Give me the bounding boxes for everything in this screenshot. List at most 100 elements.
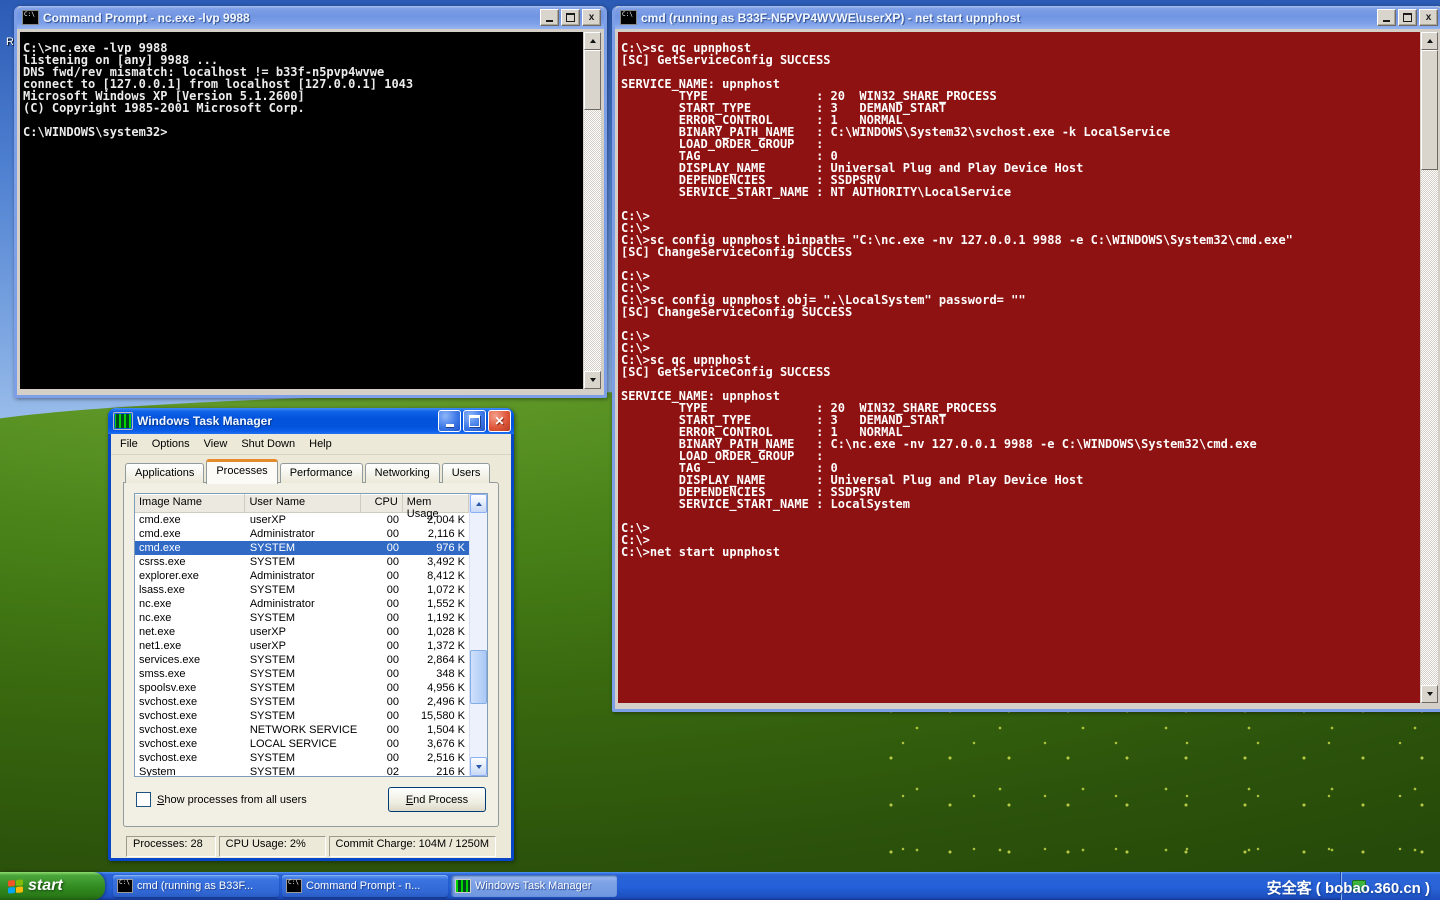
scroll-up-button[interactable] bbox=[584, 32, 601, 50]
process-user-name: userXP bbox=[246, 639, 362, 653]
process-image-name: explorer.exe bbox=[135, 569, 246, 583]
cmd-icon: C:\ bbox=[620, 10, 637, 25]
menu-item[interactable]: View bbox=[197, 436, 235, 452]
console-line: C:\> bbox=[621, 522, 1420, 534]
process-row[interactable]: services.exe SYSTEM 00 2,864 K bbox=[135, 653, 469, 667]
list-scrollbar[interactable] bbox=[469, 494, 487, 776]
process-user-name: SYSTEM bbox=[246, 695, 362, 709]
scroll-down-button[interactable] bbox=[470, 757, 487, 776]
tab[interactable]: Users bbox=[442, 463, 491, 483]
process-mem-usage: 4,956 K bbox=[403, 681, 469, 695]
tab[interactable]: Networking bbox=[365, 463, 440, 483]
window-command-prompt-nc: C:\ Command Prompt - nc.exe -lvp 9988 x … bbox=[14, 6, 607, 398]
taskbar-window-button[interactable]: Command Prompt - n... bbox=[282, 875, 448, 897]
taskbar-window-button[interactable]: cmd (running as B33F... bbox=[113, 875, 279, 897]
maximize-button[interactable] bbox=[1398, 9, 1417, 26]
tab[interactable]: Performance bbox=[280, 463, 363, 483]
maximize-button[interactable] bbox=[463, 410, 486, 432]
process-image-name: svchost.exe bbox=[135, 695, 246, 709]
column-header-cpu[interactable]: CPU bbox=[361, 494, 403, 512]
show-all-users-checkbox[interactable] bbox=[136, 792, 151, 807]
scroll-down-button[interactable] bbox=[1421, 685, 1438, 703]
status-commit-charge: Commit Charge: 104M / 1250M bbox=[329, 836, 496, 857]
show-all-users-label[interactable]: Show processes from all users bbox=[157, 794, 388, 806]
process-row[interactable]: spoolsv.exe SYSTEM 00 4,956 K bbox=[135, 681, 469, 695]
process-row[interactable]: svchost.exe NETWORK SERVICE 00 1,504 K bbox=[135, 723, 469, 737]
scrollbar-thumb[interactable] bbox=[1421, 50, 1438, 170]
process-row[interactable]: lsass.exe SYSTEM 00 1,072 K bbox=[135, 583, 469, 597]
console-scrollbar[interactable] bbox=[1421, 32, 1438, 703]
console-line bbox=[621, 258, 1420, 270]
console-scrollbar[interactable] bbox=[584, 32, 601, 389]
process-row[interactable]: cmd.exe userXP 00 2,004 K bbox=[135, 513, 469, 527]
window-cmd-system-shell: C:\ cmd (running as B33F-N5PVP4WVWE\user… bbox=[612, 6, 1440, 712]
titlebar[interactable]: C:\ cmd (running as B33F-N5PVP4WVWE\user… bbox=[615, 6, 1440, 29]
process-row[interactable]: explorer.exe Administrator 00 8,412 K bbox=[135, 569, 469, 583]
process-row[interactable]: cmd.exe Administrator 00 2,116 K bbox=[135, 527, 469, 541]
close-button[interactable]: x bbox=[582, 9, 601, 26]
titlebar[interactable]: Windows Task Manager ✕ bbox=[108, 408, 514, 434]
process-row[interactable]: net.exe userXP 00 1,028 K bbox=[135, 625, 469, 639]
taskbar-window-button[interactable]: Windows Task Manager bbox=[451, 875, 617, 897]
tab[interactable]: Processes bbox=[206, 459, 277, 484]
menu-item[interactable]: Help bbox=[302, 436, 339, 452]
scroll-down-button[interactable] bbox=[584, 371, 601, 389]
tab[interactable]: Applications bbox=[125, 463, 204, 483]
process-image-name: svchost.exe bbox=[135, 751, 246, 765]
process-image-name: smss.exe bbox=[135, 667, 246, 681]
scroll-up-button[interactable] bbox=[470, 494, 487, 513]
process-user-name: SYSTEM bbox=[246, 765, 362, 776]
status-bar: Processes: 28 CPU Usage: 2% Commit Charg… bbox=[123, 834, 499, 858]
menu-item[interactable]: Options bbox=[145, 436, 197, 452]
process-row[interactable]: System SYSTEM 02 216 K bbox=[135, 765, 469, 776]
taskbar-button-label: Windows Task Manager bbox=[475, 880, 592, 892]
column-header-mem-usage[interactable]: Mem Usage bbox=[403, 494, 469, 512]
console-line bbox=[621, 198, 1420, 210]
process-row[interactable]: net1.exe userXP 00 1,372 K bbox=[135, 639, 469, 653]
window-title: cmd (running as B33F-N5PVP4WVWE\userXP) … bbox=[641, 11, 1377, 25]
process-row[interactable]: svchost.exe SYSTEM 00 15,580 K bbox=[135, 709, 469, 723]
process-user-name: SYSTEM bbox=[246, 653, 362, 667]
scrollbar-track[interactable] bbox=[584, 50, 601, 371]
process-row[interactable]: csrss.exe SYSTEM 00 3,492 K bbox=[135, 555, 469, 569]
process-row[interactable]: nc.exe SYSTEM 00 1,192 K bbox=[135, 611, 469, 625]
start-button[interactable]: start bbox=[0, 872, 105, 900]
process-mem-usage: 1,552 K bbox=[403, 597, 469, 611]
minimize-button[interactable] bbox=[1377, 9, 1396, 26]
process-row[interactable]: cmd.exe SYSTEM 00 976 K bbox=[135, 541, 469, 555]
process-image-name: net.exe bbox=[135, 625, 246, 639]
column-header-user-name[interactable]: User Name bbox=[245, 494, 360, 512]
process-row[interactable]: svchost.exe SYSTEM 00 2,516 K bbox=[135, 751, 469, 765]
minimize-button[interactable] bbox=[438, 410, 461, 432]
scrollbar-track[interactable] bbox=[1421, 50, 1438, 685]
console-line: [SC] ChangeServiceConfig SUCCESS bbox=[621, 306, 1420, 318]
console-output: C:\>nc.exe -lvp 9988listening on [any] 9… bbox=[20, 32, 583, 389]
process-row[interactable]: nc.exe Administrator 00 1,552 K bbox=[135, 597, 469, 611]
column-header-image-name[interactable]: Image Name bbox=[135, 494, 245, 512]
menu-item[interactable]: Shut Down bbox=[234, 436, 302, 452]
scrollbar-thumb[interactable] bbox=[470, 650, 487, 704]
process-user-name: userXP bbox=[246, 625, 362, 639]
process-image-name: svchost.exe bbox=[135, 737, 246, 751]
maximize-button[interactable] bbox=[561, 9, 580, 26]
end-process-button[interactable]: End Process bbox=[388, 787, 486, 812]
process-row[interactable]: svchost.exe LOCAL SERVICE 00 3,676 K bbox=[135, 737, 469, 751]
scroll-up-button[interactable] bbox=[1421, 32, 1438, 50]
menu-item[interactable]: File bbox=[113, 436, 145, 452]
process-row[interactable]: smss.exe SYSTEM 00 348 K bbox=[135, 667, 469, 681]
process-cpu: 00 bbox=[361, 681, 403, 695]
process-user-name: SYSTEM bbox=[246, 681, 362, 695]
process-user-name: SYSTEM bbox=[246, 611, 362, 625]
close-button[interactable]: x bbox=[1419, 9, 1438, 26]
minimize-button[interactable] bbox=[540, 9, 559, 26]
scrollbar-thumb[interactable] bbox=[584, 50, 601, 110]
close-button[interactable]: ✕ bbox=[488, 410, 511, 432]
status-processes: Processes: 28 bbox=[126, 836, 216, 857]
process-image-name: lsass.exe bbox=[135, 583, 246, 597]
scrollbar-track[interactable] bbox=[470, 513, 487, 757]
titlebar[interactable]: C:\ Command Prompt - nc.exe -lvp 9988 x bbox=[17, 6, 604, 29]
process-cpu: 00 bbox=[361, 737, 403, 751]
process-cpu: 00 bbox=[361, 611, 403, 625]
process-row[interactable]: svchost.exe SYSTEM 00 2,496 K bbox=[135, 695, 469, 709]
end-process-label: End Process bbox=[406, 794, 468, 806]
